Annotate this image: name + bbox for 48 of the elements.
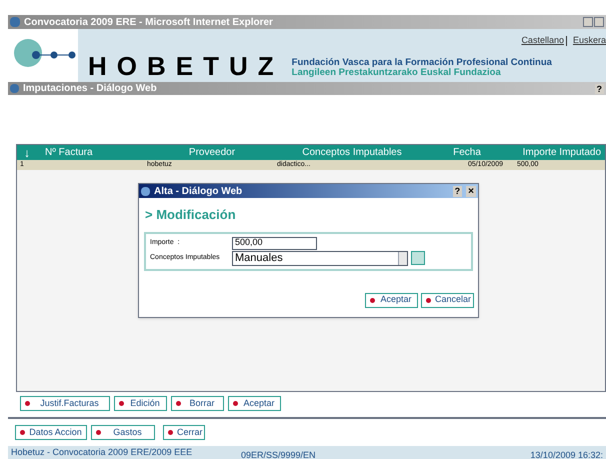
minimize-button[interactable] bbox=[583, 17, 593, 27]
window-title: Convocatoria 2009 ERE - Microsoft Internet Explorer bbox=[24, 16, 273, 30]
bullet-icon bbox=[426, 298, 431, 302]
column-header[interactable]: Nº Factura bbox=[37, 145, 147, 160]
maximize-button[interactable] bbox=[594, 17, 604, 27]
language-link[interactable]: Castellano bbox=[521, 34, 564, 48]
logo-icon bbox=[8, 29, 78, 82]
window-icon bbox=[10, 84, 19, 93]
bullet-icon bbox=[96, 430, 101, 435]
logo-text: HOBETUZ bbox=[88, 53, 284, 79]
action-button[interactable]: Justif.Facturas bbox=[20, 396, 110, 411]
tagline: Fundación Vasca para la Formación Profesional Continua bbox=[292, 58, 552, 68]
nav-button[interactable]: Cerrar bbox=[163, 425, 205, 440]
status-text: 09ER/SS/9999/EN bbox=[241, 449, 317, 459]
modal-heading: > Modificación bbox=[145, 206, 237, 224]
help-button[interactable]: ? bbox=[594, 84, 604, 94]
concept-field[interactable]: Manuales bbox=[232, 250, 408, 266]
sort-icon[interactable]: ↓ bbox=[17, 144, 37, 162]
column-header[interactable]: Conceptos Imputables bbox=[277, 145, 427, 160]
status-text: Hobetuz - Convocatoria 2009 ERE/2009 EEE bbox=[11, 446, 194, 459]
bullet-icon bbox=[233, 401, 238, 406]
dialog-title: Imputaciones - Diálogo Web bbox=[23, 82, 157, 96]
nav-button[interactable]: Datos Accion bbox=[15, 425, 87, 440]
action-button[interactable]: Edición bbox=[114, 396, 167, 411]
modal-title: Alta - Diálogo Web bbox=[154, 184, 242, 198]
action-button[interactable]: Aceptar bbox=[228, 396, 281, 411]
status-text: 13/10/2009 16:32: bbox=[530, 449, 603, 459]
bullet-icon bbox=[176, 401, 181, 406]
help-button[interactable]: ? bbox=[452, 186, 462, 196]
column-header[interactable]: Proveedor bbox=[147, 145, 277, 160]
bullet-icon bbox=[370, 298, 375, 302]
column-header[interactable]: Importe Imputado bbox=[507, 145, 605, 160]
action-button[interactable]: Borrar bbox=[171, 396, 224, 411]
spinner-icon[interactable] bbox=[398, 252, 407, 264]
tagline: Langileen Prestakuntzarako Euskal Fundazioa bbox=[292, 68, 502, 77]
bullet-icon bbox=[119, 401, 124, 406]
language-link[interactable]: Euskera bbox=[572, 34, 606, 48]
close-button[interactable]: × bbox=[466, 186, 476, 196]
column-header[interactable]: Fecha bbox=[427, 145, 507, 160]
dialog-button[interactable]: Aceptar bbox=[365, 292, 418, 308]
bullet-icon bbox=[25, 401, 30, 406]
dialog-button[interactable]: Cancelar bbox=[421, 292, 474, 308]
bullet-icon bbox=[20, 430, 25, 435]
nav-button[interactable]: Gastos bbox=[91, 425, 155, 440]
browser-icon bbox=[10, 17, 20, 27]
amount-field[interactable]: 500,00 bbox=[232, 236, 317, 250]
window-icon bbox=[141, 186, 150, 196]
bullet-icon bbox=[168, 430, 173, 435]
